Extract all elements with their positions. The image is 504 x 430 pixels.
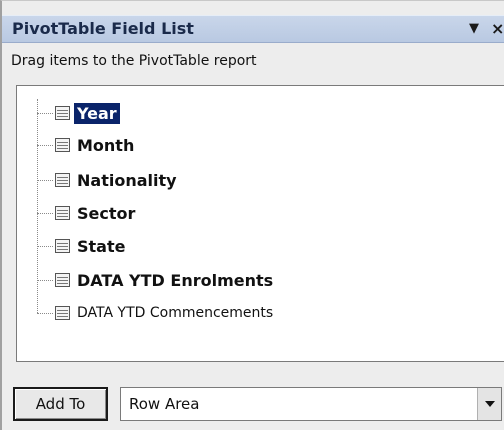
pane-title-bar[interactable]: PivotTable Field List ▼ × [2, 15, 504, 43]
field-item-sector[interactable]: Sector [37, 200, 138, 226]
field-item-year[interactable]: Year [37, 100, 120, 126]
field-label: DATA YTD Commencements [77, 305, 274, 321]
field-icon [55, 273, 70, 287]
field-icon [55, 306, 70, 320]
field-icon [55, 138, 70, 152]
field-icon [55, 206, 70, 220]
chevron-down-icon[interactable] [477, 388, 501, 420]
pane-options-dropdown-icon[interactable]: ▼ [469, 18, 479, 40]
field-item-data-ytd-commencements[interactable]: DATA YTD Commencements [37, 300, 276, 326]
field-label: Month [77, 135, 135, 155]
field-label: DATA YTD Enrolments [77, 270, 274, 290]
field-item-month[interactable]: Month [37, 132, 137, 158]
field-label: Nationality [77, 170, 177, 190]
add-to-button[interactable]: Add To [13, 387, 108, 421]
close-icon[interactable]: × [491, 18, 504, 40]
area-select-value: Row Area [129, 395, 200, 413]
bottom-toolbar: Add To Row Area [2, 373, 504, 430]
drag-instruction-text: Drag items to the PivotTable report [11, 53, 257, 69]
field-item-nationality[interactable]: Nationality [37, 167, 180, 193]
area-select-dropdown[interactable]: Row Area [120, 387, 502, 421]
pivottable-field-list-pane: PivotTable Field List ▼ × Drag items to … [0, 0, 504, 430]
pane-title: PivotTable Field List [12, 19, 194, 38]
field-item-state[interactable]: State [37, 233, 128, 259]
field-icon [55, 173, 70, 187]
field-item-data-ytd-enrolments[interactable]: DATA YTD Enrolments [37, 267, 276, 293]
field-label: State [77, 236, 126, 256]
field-label: Sector [77, 203, 136, 223]
field-icon [55, 106, 70, 120]
field-label: Year [74, 102, 120, 124]
field-icon [55, 239, 70, 253]
